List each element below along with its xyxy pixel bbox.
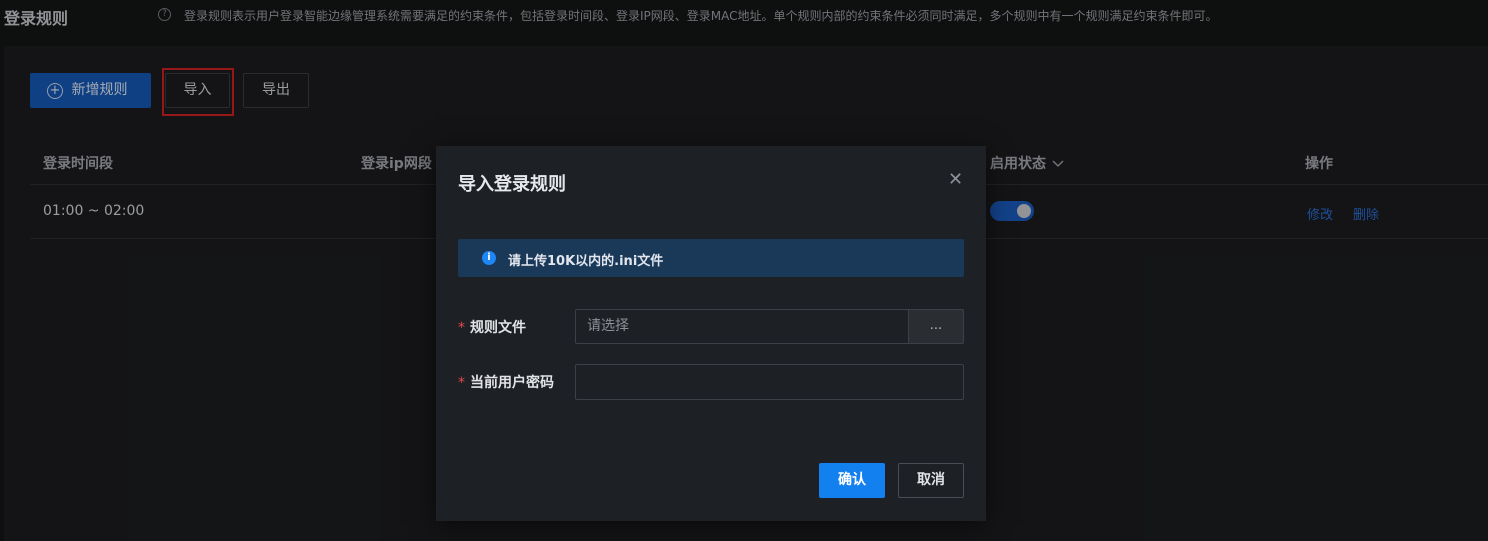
password-input[interactable] — [575, 364, 964, 400]
required-mark: * — [458, 320, 465, 336]
cancel-button[interactable]: 取消 — [898, 463, 964, 498]
info-icon: i — [482, 251, 496, 265]
upload-notice-text: 请上传10K以内的.ini文件 — [508, 254, 664, 269]
close-icon[interactable]: ✕ — [948, 170, 963, 190]
dialog-title: 导入登录规则 — [458, 174, 566, 195]
password-label-text: 当前用户密码 — [470, 375, 554, 391]
import-dialog: 导入登录规则 ✕ i 请上传10K以内的.ini文件 * 规则文件 请选择 ...… — [436, 146, 986, 521]
upload-notice: i 请上传10K以内的.ini文件 — [458, 239, 964, 277]
confirm-button[interactable]: 确认 — [819, 463, 885, 498]
browse-file-button[interactable]: ... — [908, 309, 964, 344]
required-mark: * — [458, 375, 465, 391]
rule-file-label-text: 规则文件 — [470, 320, 526, 336]
password-label: * 当前用户密码 — [458, 372, 554, 392]
rule-file-label: * 规则文件 — [458, 317, 526, 337]
rule-file-input[interactable]: 请选择 — [575, 309, 908, 344]
